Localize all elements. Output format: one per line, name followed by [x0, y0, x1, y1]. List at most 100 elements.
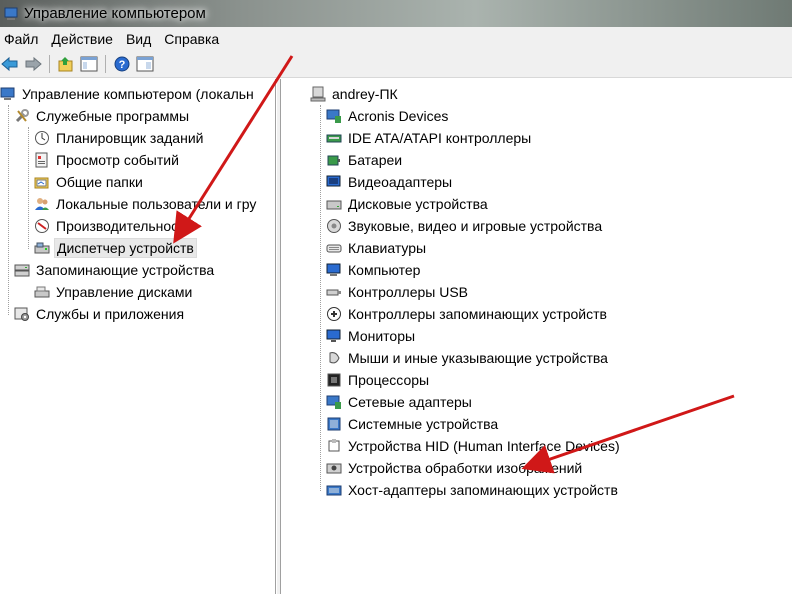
device-category-label: IDE ATA/ATAPI контроллеры [348, 130, 532, 146]
tree-item-disk-management[interactable]: Управление дисками [34, 281, 194, 303]
device-category-row[interactable]: Мониторы [326, 325, 417, 347]
event-viewer-icon [34, 152, 50, 168]
device-category-label: Батареи [348, 152, 403, 168]
tree-label: andrey-ПК [332, 86, 398, 102]
help-icon[interactable]: ? [112, 54, 132, 74]
device-category-row[interactable]: Устройства обработки изображений [326, 457, 584, 479]
menu-file[interactable]: Файл [0, 31, 47, 47]
tree-item-performance[interactable]: Производительность [34, 215, 194, 237]
toolbar-separator [49, 55, 50, 73]
tree-item-task-scheduler[interactable]: Планировщик заданий [34, 127, 205, 149]
tree-label: Локальные пользователи и гру [56, 196, 257, 212]
device-category-label: Acronis Devices [348, 108, 449, 124]
device-category-row[interactable]: Системные устройства [326, 413, 500, 435]
acronis-icon [326, 108, 342, 124]
device-category-row[interactable]: Acronis Devices [326, 105, 450, 127]
navigation-tree-pane[interactable]: Управление компьютером (локальн Служебны… [0, 79, 276, 594]
computer-icon [310, 86, 326, 102]
tree-item-shared-folders[interactable]: Общие папки [34, 171, 145, 193]
menu-view[interactable]: Вид [122, 31, 160, 47]
device-category-row[interactable]: Хост-адаптеры запоминающих устройств [326, 479, 620, 501]
device-category-label: Контроллеры запоминающих устройств [348, 306, 607, 322]
sound-icon [326, 218, 342, 234]
device-category-label: Хост-адаптеры запоминающих устройств [348, 482, 618, 498]
device-category-label: Клавиатуры [348, 240, 427, 256]
users-icon [34, 196, 50, 212]
device-category-label: Мыши и иные указывающие устройства [348, 350, 608, 366]
forward-arrow-icon[interactable] [23, 54, 43, 74]
disk-management-icon [34, 284, 50, 300]
tree-item-computer-root[interactable]: andrey-ПК [310, 83, 400, 105]
device-category-row[interactable]: Контроллеры USB [326, 281, 470, 303]
device-manager-icon [34, 240, 50, 256]
device-category-label: Устройства HID (Human Interface Devices) [348, 438, 620, 454]
up-folder-icon[interactable] [56, 54, 76, 74]
storage-controller-icon [326, 306, 342, 322]
tree-label: Планировщик заданий [56, 130, 204, 146]
disk-drive-icon [326, 196, 342, 212]
device-category-label: Звуковые, видео и игровые устройства [348, 218, 603, 234]
tree-label: Служебные программы [36, 108, 190, 124]
tree-item-local-users[interactable]: Локальные пользователи и гру [34, 193, 258, 215]
mouse-icon [326, 350, 342, 366]
tree-label: Управление компьютером (локальн [22, 86, 254, 102]
menu-action[interactable]: Действие [47, 31, 122, 47]
tree-item-system-tools[interactable]: Служебные программы [14, 105, 191, 127]
device-category-row[interactable]: Мыши и иные указывающие устройства [326, 347, 610, 369]
tree-item-services-apps[interactable]: Службы и приложения [14, 303, 186, 325]
device-category-label: Процессоры [348, 372, 430, 388]
device-category-label: Компьютер [348, 262, 421, 278]
menu-bar: Файл Действие Вид Справка [0, 27, 792, 51]
tree-item-root[interactable]: Управление компьютером (локальн [0, 83, 256, 105]
computer-icon [326, 262, 342, 278]
tree-label: Запоминающие устройства [36, 262, 215, 278]
menu-help[interactable]: Справка [160, 31, 228, 47]
device-category-label: Контроллеры USB [348, 284, 468, 300]
usb-controller-icon [326, 284, 342, 300]
network-adapter-icon [326, 394, 342, 410]
performance-icon [34, 218, 50, 234]
show-hide-tree-icon[interactable] [79, 54, 99, 74]
tree-label: Диспетчер устройств [54, 238, 197, 258]
device-category-row[interactable]: IDE ATA/ATAPI контроллеры [326, 127, 533, 149]
computer-management-icon [4, 7, 18, 21]
device-category-label: Устройства обработки изображений [348, 460, 583, 476]
device-category-label: Мониторы [348, 328, 416, 344]
processor-icon [326, 372, 342, 388]
back-arrow-icon[interactable] [0, 54, 20, 74]
device-category-row[interactable]: Видеоадаптеры [326, 171, 454, 193]
tree-label: Управление дисками [56, 284, 193, 300]
device-category-label: Видеоадаптеры [348, 174, 453, 190]
device-category-row[interactable]: Дисковые устройства [326, 193, 490, 215]
window-title: Управление компьютером [24, 5, 206, 22]
device-category-row[interactable]: Процессоры [326, 369, 431, 391]
toolbar: ? [0, 51, 792, 78]
action-pane-icon[interactable] [135, 54, 155, 74]
services-icon [14, 306, 30, 322]
tree-item-storage[interactable]: Запоминающие устройства [14, 259, 216, 281]
storage-icon [14, 262, 30, 278]
device-category-row[interactable]: Компьютер [326, 259, 422, 281]
system-device-icon [326, 416, 342, 432]
tree-label: Общие папки [56, 174, 143, 190]
tree-label: Просмотр событий [56, 152, 179, 168]
host-adapter-icon [326, 482, 342, 498]
pane-splitter[interactable] [277, 79, 281, 594]
tree-item-device-manager[interactable]: Диспетчер устройств [34, 237, 197, 259]
tree-item-event-viewer[interactable]: Просмотр событий [34, 149, 181, 171]
toolbar-separator [105, 55, 106, 73]
device-category-label: Дисковые устройства [348, 196, 488, 212]
hid-icon [326, 438, 342, 454]
shared-folder-icon [34, 174, 50, 190]
device-tree-pane[interactable]: andrey-ПК Acronis Devices IDE ATA/ATAPI к… [282, 79, 792, 594]
device-category-row[interactable]: Клавиатуры [326, 237, 428, 259]
device-category-row[interactable]: Звуковые, видео и игровые устройства [326, 215, 604, 237]
computer-management-icon [0, 86, 16, 102]
device-category-row[interactable]: Батареи [326, 149, 404, 171]
device-category-row[interactable]: Сетевые адаптеры [326, 391, 474, 413]
device-category-row[interactable]: Контроллеры запоминающих устройств [326, 303, 609, 325]
title-bar[interactable]: Управление компьютером [0, 0, 792, 27]
imaging-device-icon [326, 460, 342, 476]
keyboard-icon [326, 240, 342, 256]
device-category-row[interactable]: Устройства HID (Human Interface Devices) [326, 435, 622, 457]
